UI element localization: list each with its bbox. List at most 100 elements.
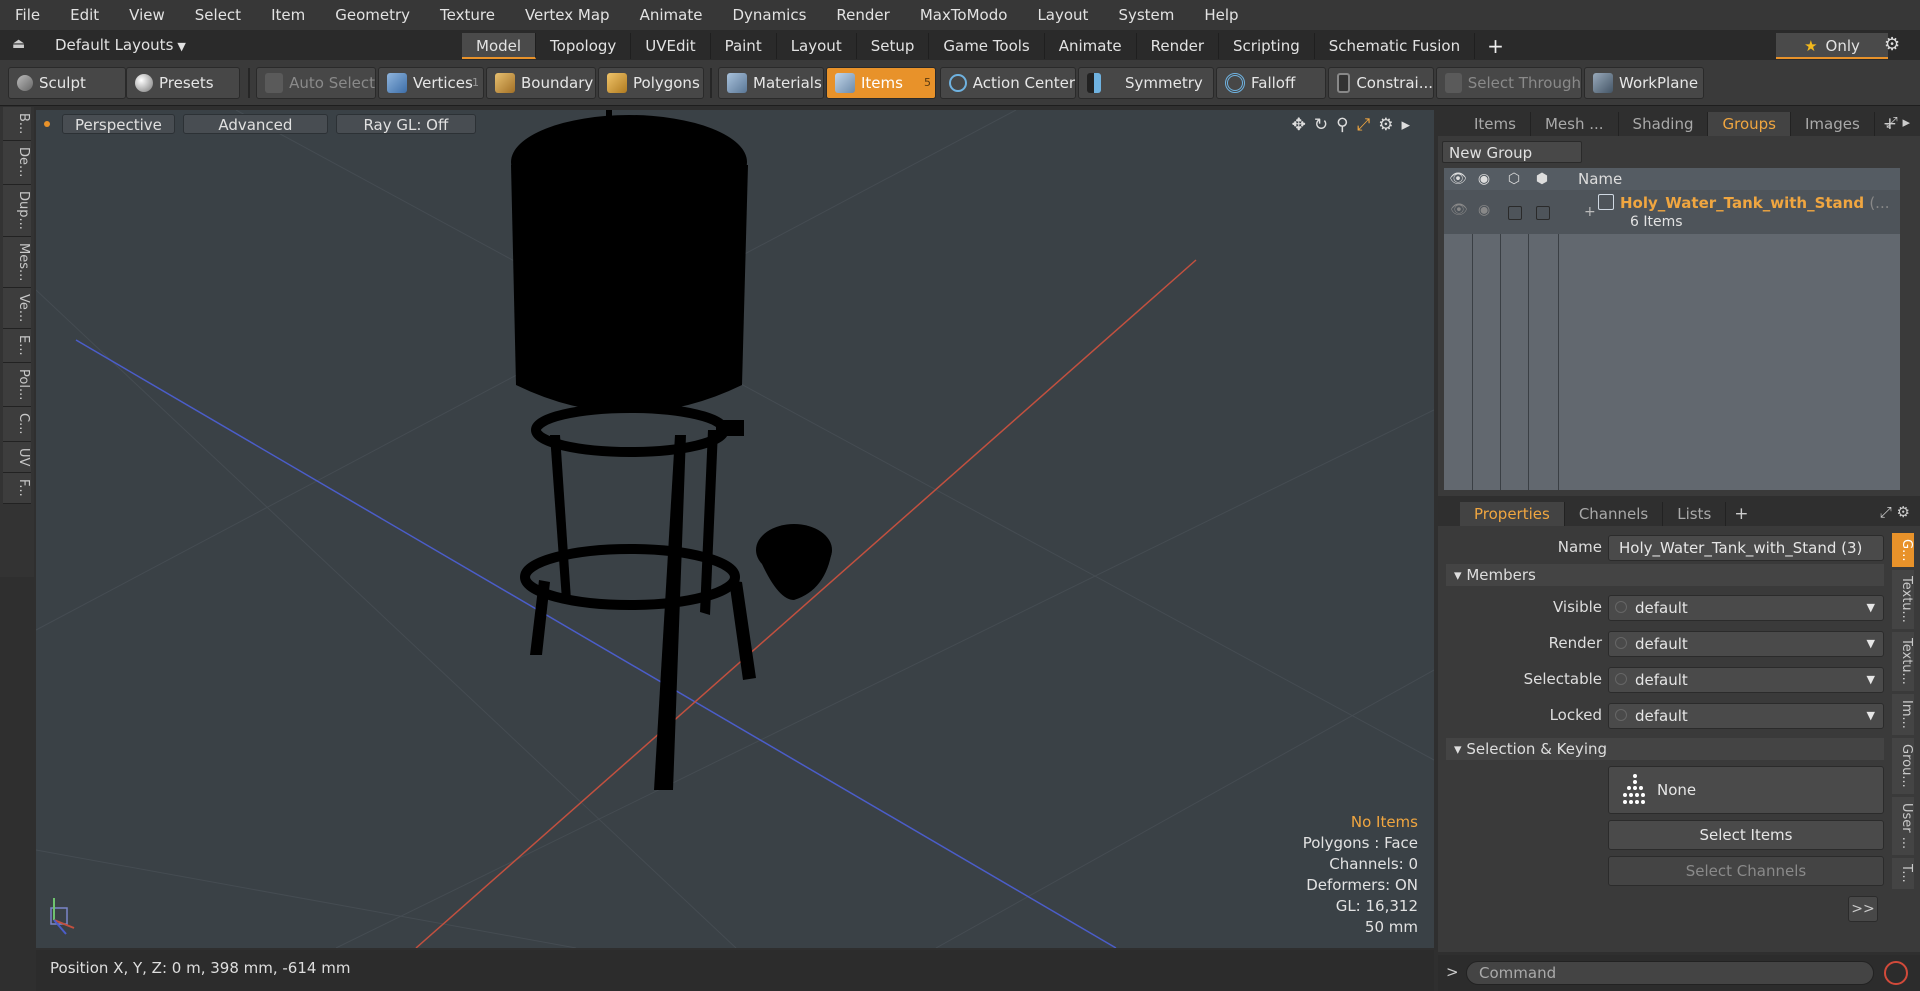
menu-dynamics[interactable]: Dynamics (717, 0, 821, 30)
render-icon[interactable]: ◉ (1478, 202, 1490, 218)
tab-shading[interactable]: Shading (1619, 112, 1709, 136)
left-tab-uv[interactable]: UV (3, 441, 31, 474)
vertices-button[interactable]: Vertices 1 (378, 67, 484, 99)
tab-layout[interactable]: Layout (777, 33, 857, 59)
raygl-button[interactable]: Ray GL: Off (335, 114, 476, 134)
tab-setup[interactable]: Setup (857, 33, 930, 59)
name-column-header[interactable]: Name (1578, 168, 1622, 190)
maximize-view-icon[interactable]: ⤢ (1357, 115, 1371, 135)
left-tab-duplicate[interactable]: Dup... (3, 184, 31, 237)
selection-keying-section[interactable]: ▾ Selection & Keying (1446, 738, 1884, 760)
tab-lists[interactable]: Lists (1663, 502, 1727, 526)
side-tab-image[interactable]: Im... (1892, 694, 1914, 736)
tab-model[interactable]: Model (462, 33, 537, 59)
render-select[interactable]: default ▼ (1608, 631, 1884, 657)
side-tab-tag[interactable]: T... (1892, 858, 1914, 889)
menu-render[interactable]: Render (821, 0, 904, 30)
zoom-view-icon[interactable]: ⚲ (1336, 115, 1348, 135)
members-section[interactable]: ▾ Members (1446, 564, 1884, 586)
record-macro-icon[interactable] (1884, 961, 1908, 985)
more-button[interactable]: >> (1848, 896, 1878, 922)
menu-view[interactable]: View (114, 0, 180, 30)
side-tab-group-2[interactable]: Grou... (1892, 738, 1914, 794)
side-tab-user[interactable]: User ... (1892, 797, 1914, 856)
menu-maxtomodo[interactable]: MaxToModo (905, 0, 1023, 30)
menu-system[interactable]: System (1103, 0, 1189, 30)
menu-vertex-map[interactable]: Vertex Map (510, 0, 625, 30)
left-tab-polygon[interactable]: Pol... (3, 362, 31, 408)
materials-button[interactable]: Materials (718, 67, 824, 99)
tab-items[interactable]: Items (1460, 112, 1531, 136)
3d-viewport[interactable]: Perspective Advanced Ray GL: Off ✥ ↻ ⚲ ⤢… (36, 110, 1434, 948)
select-column-icon[interactable]: ⬢ (1532, 168, 1552, 190)
menu-file[interactable]: File (0, 0, 55, 30)
menu-geometry[interactable]: Geometry (320, 0, 425, 30)
lock-column-icon[interactable]: ⬡ (1504, 168, 1524, 190)
only-button[interactable]: ★ Only (1776, 33, 1888, 59)
visibility-column-icon[interactable]: 👁 (1448, 168, 1468, 190)
menu-layout[interactable]: Layout (1022, 0, 1103, 30)
gear-icon[interactable]: ⚙ (1884, 34, 1900, 55)
viewport-settings-icon[interactable]: ⚙ (1378, 115, 1393, 135)
view-mode-button[interactable]: Perspective (62, 114, 175, 134)
tab-scripting[interactable]: Scripting (1219, 33, 1315, 59)
items-button[interactable]: Items 5 (826, 67, 936, 99)
tab-channels[interactable]: Channels (1565, 502, 1664, 526)
menu-edit[interactable]: Edit (55, 0, 114, 30)
tab-schematic-fusion[interactable]: Schematic Fusion (1315, 33, 1476, 59)
layout-eject-icon[interactable]: ⏏ (12, 36, 28, 52)
move-view-icon[interactable]: ✥ (1292, 115, 1306, 135)
select-items-button[interactable]: Select Items (1608, 820, 1884, 850)
menu-select[interactable]: Select (180, 0, 256, 30)
left-tab-deform[interactable]: De... (3, 141, 31, 185)
select-through-button[interactable]: Select Through (1436, 67, 1582, 99)
rotate-view-icon[interactable]: ↻ (1314, 115, 1328, 135)
new-group-button[interactable]: New Group (1442, 141, 1582, 163)
lock-checkbox[interactable] (1508, 206, 1522, 220)
polygons-button[interactable]: Polygons (598, 67, 704, 99)
shading-mode-button[interactable]: Advanced (182, 114, 328, 134)
add-tab-icon[interactable]: + (1475, 33, 1516, 59)
side-tab-texture-2[interactable]: Textu... (1892, 632, 1914, 692)
locked-select[interactable]: default ▼ (1608, 703, 1884, 729)
list-item[interactable]: 👁 ◉ + Holy_Water_Tank_with_Stand (... 6 … (1444, 190, 1900, 234)
object-silhouette[interactable] (511, 110, 832, 790)
menu-texture[interactable]: Texture (425, 0, 510, 30)
presets-button[interactable]: Presets (126, 67, 240, 99)
viewport-menu-dot[interactable] (44, 121, 50, 127)
tab-groups[interactable]: Groups (1708, 112, 1791, 136)
sculpt-button[interactable]: Sculpt (8, 67, 126, 99)
select-channels-button[interactable]: Select Channels (1608, 856, 1884, 886)
tab-mesh[interactable]: Mesh ... (1531, 112, 1619, 136)
layout-selector[interactable]: Default Layouts ▼ (55, 30, 186, 62)
tab-uvedit[interactable]: UVEdit (631, 33, 711, 59)
menu-help[interactable]: Help (1189, 0, 1253, 30)
command-input[interactable]: Command (1466, 961, 1874, 985)
tab-topology[interactable]: Topology (536, 33, 632, 59)
auto-select-button[interactable]: Auto Select (256, 67, 376, 99)
select-checkbox[interactable] (1536, 206, 1550, 220)
side-tab-texture-1[interactable]: Textu... (1892, 570, 1914, 630)
tab-images[interactable]: Images (1791, 112, 1875, 136)
tab-paint[interactable]: Paint (711, 33, 777, 59)
side-tab-group[interactable]: G... (1892, 533, 1914, 568)
left-tab-curve[interactable]: C... (3, 407, 31, 442)
tab-properties[interactable]: Properties (1460, 502, 1565, 526)
menu-animate[interactable]: Animate (625, 0, 718, 30)
falloff-button[interactable]: Falloff (1216, 67, 1326, 99)
name-field[interactable]: Holy_Water_Tank_with_Stand (3) (1608, 535, 1884, 561)
viewport-expand-icon[interactable]: ▸ (1401, 115, 1410, 135)
left-tab-fusion[interactable]: F... (3, 473, 31, 504)
keying-none-button[interactable]: None (1608, 766, 1884, 814)
action-center-button[interactable]: Action Center (940, 67, 1076, 99)
tab-game-tools[interactable]: Game Tools (929, 33, 1045, 59)
visible-select[interactable]: default ▼ (1608, 595, 1884, 621)
expand-icon[interactable]: + (1584, 204, 1596, 220)
render-column-icon[interactable]: ◉ (1474, 168, 1494, 190)
panel-expand-icon[interactable]: ⤢ ▸ (1886, 113, 1910, 131)
left-tab-edge[interactable]: E... (3, 329, 31, 363)
left-tab-mesh-edit[interactable]: Mes... (3, 236, 31, 289)
constrain-button[interactable]: Constrai... (1328, 67, 1434, 99)
boundary-button[interactable]: Boundary (486, 67, 596, 99)
symmetry-button[interactable]: Symmetry (1078, 67, 1214, 99)
